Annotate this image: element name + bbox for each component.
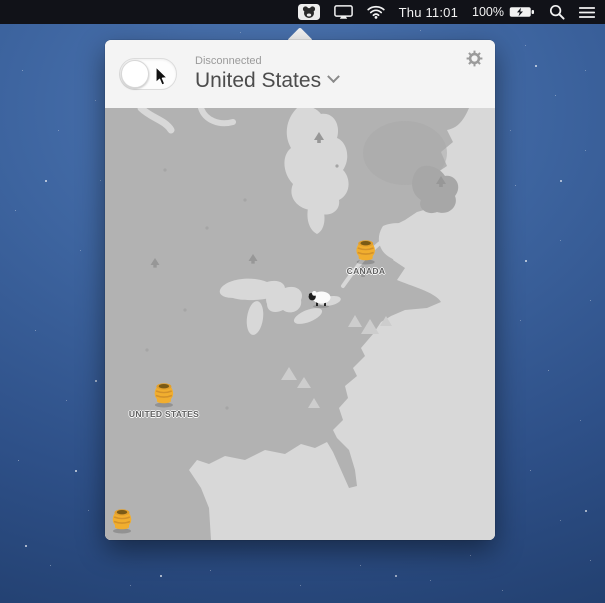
selected-country-label: United States xyxy=(195,69,322,93)
honeypot-icon xyxy=(112,509,132,534)
battery-icon xyxy=(509,7,534,17)
honeypot-icon xyxy=(356,240,376,265)
tunnelbear-menubar-button[interactable] xyxy=(297,0,320,24)
gear-icon xyxy=(466,50,483,67)
country-selector[interactable]: United States xyxy=(195,69,340,93)
menu-lines-icon xyxy=(579,6,595,18)
connection-info: Disconnected United States xyxy=(195,55,340,93)
notification-center-button[interactable] xyxy=(579,0,595,24)
wifi-menubar-button[interactable] xyxy=(366,0,385,24)
sheep-icon xyxy=(307,288,333,313)
settings-button[interactable] xyxy=(466,50,483,72)
chevron-down-icon xyxy=(327,69,340,83)
menubar-clock[interactable]: Thu 11:01 xyxy=(399,0,458,24)
map-marker-bottom-left[interactable] xyxy=(110,504,134,535)
vpn-toggle-knob[interactable] xyxy=(121,60,149,88)
vpn-toggle[interactable] xyxy=(119,58,177,90)
marker-label: CANADA xyxy=(346,266,386,276)
honeypot-icon xyxy=(154,383,174,408)
north-america-map xyxy=(105,108,495,540)
display-icon xyxy=(333,4,353,19)
wifi-icon xyxy=(366,5,385,19)
map-marker-canada[interactable]: CANADA xyxy=(347,235,386,276)
connection-status: Disconnected xyxy=(195,55,262,68)
battery-percent-text: 100% xyxy=(472,5,504,19)
menu-bar: Thu 11:01 100% xyxy=(0,0,605,24)
vpn-map: CANADA UNITED STATES xyxy=(105,108,495,540)
marker-label: UNITED STATES xyxy=(128,409,200,419)
map-marker-united-states[interactable]: UNITED STATES xyxy=(129,378,199,419)
popover-header: Disconnected United States xyxy=(105,40,495,108)
tunnelbear-icon xyxy=(297,4,320,20)
clock-text: Thu 11:01 xyxy=(398,4,459,20)
display-menubar-button[interactable] xyxy=(333,0,353,24)
spotlight-menubar-button[interactable] xyxy=(549,0,565,24)
tunnelbear-popover: Disconnected United States CANADA UNITED… xyxy=(105,40,495,540)
search-icon xyxy=(549,4,565,20)
menubar-battery[interactable]: 100% xyxy=(472,0,535,24)
